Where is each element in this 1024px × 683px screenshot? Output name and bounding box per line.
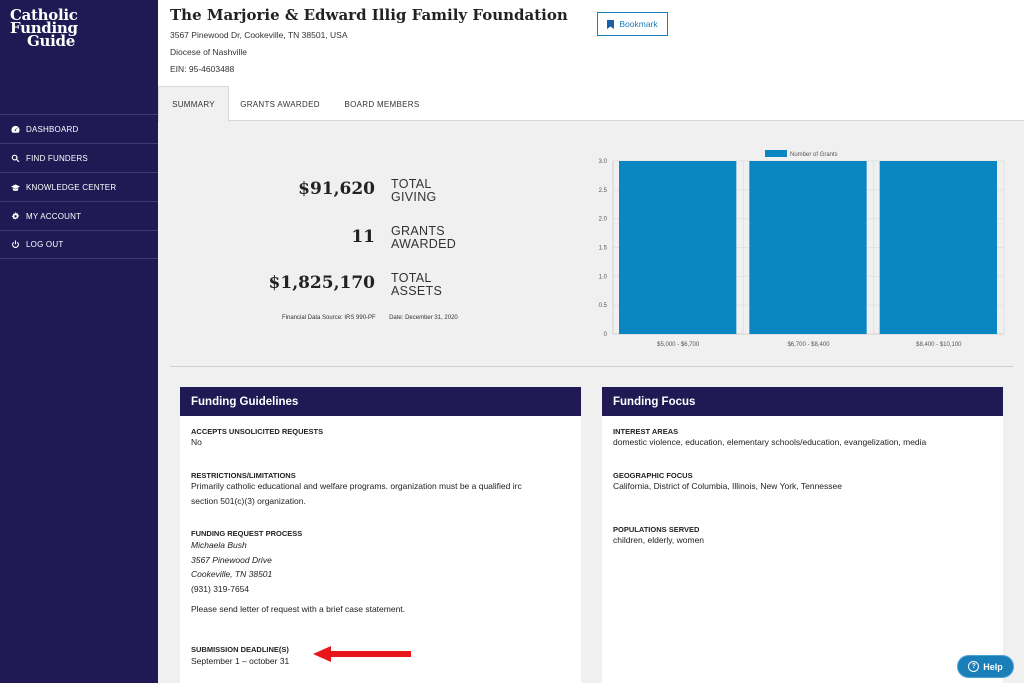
y-tick-label: 1.5 — [599, 246, 608, 252]
total-giving-value: $91,620 — [298, 179, 375, 199]
sidebar-item-my-account[interactable]: MY ACCOUNT — [0, 201, 158, 230]
foundation-header: The Marjorie & Edward Illig Family Found… — [158, 0, 1024, 86]
help-button[interactable]: ? Help — [957, 655, 1014, 678]
sidebar: Catholic Funding Guide DASHBOARD FIND FU… — [0, 0, 158, 683]
funding-guidelines-title: Funding Guidelines — [180, 387, 581, 416]
submission-deadline-title: SUBMISSION DEADLINE(S) — [191, 645, 289, 654]
question-icon: ? — [968, 661, 980, 672]
process-note: Please send letter of request with a bri… — [191, 604, 406, 614]
tab-board-members[interactable]: BOARD MEMBERS — [334, 86, 430, 122]
financial-data-source: Financial Data Source: IRS 990-PF Date: … — [282, 315, 458, 321]
total-assets-label-line2: ASSETS — [391, 284, 443, 298]
grants-chart: 0 0.5 1.0 1.5 2.0 2.5 3.0 $5,000 - $6,700 $6,700… — [590, 146, 1010, 356]
total-giving-label-line2: GIVING — [391, 190, 437, 204]
interest-areas-value: domestic violence, education, elementary… — [613, 437, 927, 447]
annotation-arrow-icon — [313, 646, 411, 662]
help-label: Help — [983, 661, 1003, 672]
chart-bar — [749, 161, 867, 334]
graduation-cap-icon — [10, 182, 20, 192]
sidebar-item-log-out[interactable]: LOG OUT — [0, 230, 158, 259]
unsolicited-requests-title: ACCEPTS UNSOLICITED REQUESTS — [191, 427, 324, 436]
contact-street: 3567 Pinewood Drive — [191, 555, 272, 565]
sidebar-nav: DASHBOARD FIND FUNDERS KNOWLEDGE CENTER … — [0, 114, 158, 259]
chart-bar — [619, 161, 737, 334]
sidebar-item-label: DASHBOARD — [26, 124, 79, 134]
total-assets-label: TOTAL ASSETS — [391, 272, 442, 298]
financial-date-text: Date: December 31, 2020 — [389, 315, 458, 321]
sidebar-item-label: KNOWLEDGE CENTER — [26, 182, 117, 192]
financial-source-text: Financial Data Source: IRS 990-PF — [282, 315, 376, 321]
funding-focus-title: Funding Focus — [602, 387, 1003, 416]
bookmark-button[interactable]: Bookmark — [597, 12, 668, 36]
contact-name: Michaela Bush — [191, 540, 247, 550]
funding-guidelines-card: Funding Guidelines ACCEPTS UNSOLICITED R… — [180, 387, 581, 683]
y-tick-label: 0.5 — [599, 303, 608, 309]
page-title: The Marjorie & Edward Illig Family Found… — [170, 6, 568, 24]
legend-label: Number of Grants — [790, 152, 838, 158]
geographic-focus-value: California, District of Columbia, Illino… — [613, 481, 842, 491]
gear-icon — [10, 211, 20, 221]
foundation-diocese: Diocese of Nashville — [170, 47, 248, 57]
submission-deadline-value: September 1 – october 31 — [191, 656, 290, 666]
section-divider — [170, 366, 1013, 367]
y-tick-label: 3.0 — [599, 159, 608, 165]
x-tick-label: $5,000 - $6,700 — [657, 342, 700, 348]
dashboard-icon — [10, 124, 20, 134]
unsolicited-requests-value: No — [191, 437, 202, 447]
bookmark-icon — [607, 19, 615, 29]
sidebar-item-label: LOG OUT — [26, 240, 64, 249]
x-tick-label: $6,700 - $8,400 — [787, 342, 830, 348]
foundation-ein: EIN: 95-4603488 — [170, 64, 235, 74]
restrictions-line-2: section 501(c)(3) organization. — [191, 496, 306, 506]
sidebar-item-label: FIND FUNDERS — [26, 153, 88, 163]
sidebar-item-label: MY ACCOUNT — [26, 211, 82, 221]
tab-grants-awarded[interactable]: GRANTS AWARDED — [232, 86, 328, 122]
logo[interactable]: Catholic Funding Guide — [10, 8, 78, 49]
foundation-address: 3567 Pinewood Dr, Cookeville, TN 38501, … — [170, 30, 348, 40]
total-giving-label: TOTAL GIVING — [391, 178, 437, 204]
legend-swatch — [765, 150, 787, 157]
power-icon — [10, 240, 20, 250]
y-tick-label: 1.0 — [599, 274, 608, 280]
funding-focus-card: Funding Focus INTEREST AREAS domestic vi… — [602, 387, 1003, 683]
sidebar-item-find-funders[interactable]: FIND FUNDERS — [0, 143, 158, 172]
populations-served-value: children, elderly, women — [613, 535, 705, 545]
restrictions-line-1: Primarily catholic educational and welfa… — [191, 481, 522, 491]
sidebar-item-dashboard[interactable]: DASHBOARD — [0, 114, 158, 143]
y-tick-label: 2.0 — [599, 217, 608, 223]
contact-city: Cookeville, TN 38501 — [191, 569, 273, 579]
search-icon — [10, 153, 20, 163]
y-tick-label: 2.5 — [599, 188, 608, 194]
total-assets-value: $1,825,170 — [268, 273, 375, 293]
bookmark-label: Bookmark — [619, 19, 658, 29]
sidebar-item-knowledge-center[interactable]: KNOWLEDGE CENTER — [0, 172, 158, 201]
x-tick-label: $8,400 - $10,100 — [916, 342, 962, 348]
y-tick-label: 0 — [604, 332, 608, 338]
chart-bar — [879, 161, 997, 334]
contact-phone: (931) 319-7654 — [191, 584, 250, 594]
grants-awarded-value: 11 — [351, 227, 375, 247]
tab-summary[interactable]: SUMMARY — [158, 86, 229, 122]
grants-bar-chart: 0 0.5 1.0 1.5 2.0 2.5 3.0 $5,000 - $6,700 $6,700… — [599, 150, 1005, 348]
tab-bar: SUMMARY GRANTS AWARDED BOARD MEMBERS — [158, 86, 1024, 122]
grants-awarded-label: GRANTS AWARDED — [391, 225, 456, 251]
funding-request-process-title: FUNDING REQUEST PROCESS — [191, 529, 303, 538]
grants-awarded-label-line2: AWARDED — [391, 237, 457, 251]
